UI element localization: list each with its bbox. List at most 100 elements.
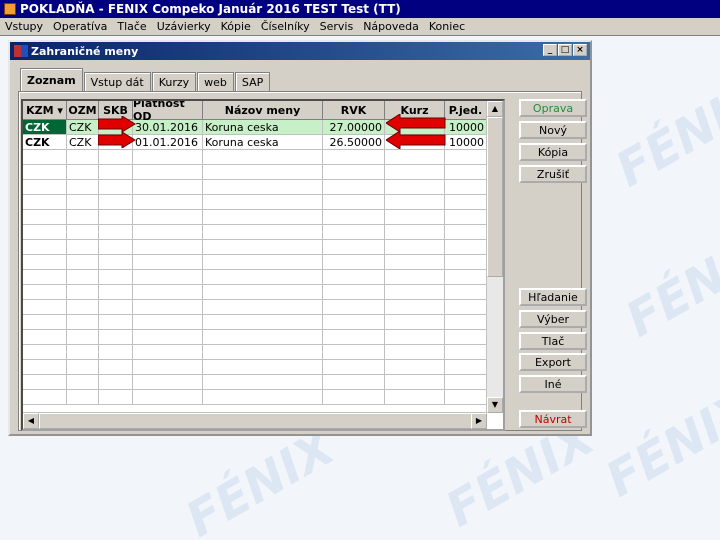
menu-koniec[interactable]: Koniec [424, 20, 470, 33]
empty-table-row[interactable] [23, 345, 503, 360]
app-icon [4, 3, 16, 15]
empty-table-row[interactable] [23, 210, 503, 225]
empty-table-row[interactable] [23, 285, 503, 300]
export-button[interactable]: Export [519, 353, 587, 371]
empty-cell [385, 375, 445, 389]
minimize-button[interactable]: _ [543, 44, 557, 56]
oprava-button[interactable]: Oprava [519, 99, 587, 117]
empty-table-row[interactable] [23, 270, 503, 285]
empty-cell [203, 240, 323, 254]
novy-button[interactable]: Nový [519, 121, 587, 139]
column-header-p-jed[interactable]: P.jed. [445, 101, 487, 119]
empty-cell [385, 150, 445, 164]
empty-cell [67, 360, 99, 374]
watermark-logo: FÉNIX [176, 419, 344, 540]
empty-cell [203, 150, 323, 164]
tab-vstup-dat[interactable]: Vstup dát [83, 72, 151, 92]
close-button[interactable]: × [573, 44, 587, 56]
empty-cell [99, 150, 133, 164]
navrat-button[interactable]: Návrat [519, 410, 587, 428]
menu-kopie[interactable]: Kópie [216, 20, 256, 33]
empty-cell [323, 270, 385, 284]
empty-cell [133, 300, 203, 314]
empty-cell [133, 240, 203, 254]
maximize-button[interactable]: □ [558, 44, 572, 56]
empty-table-row[interactable] [23, 330, 503, 345]
kopia-button[interactable]: Kópia [519, 143, 587, 161]
empty-cell [385, 285, 445, 299]
empty-cell [323, 210, 385, 224]
empty-table-row[interactable] [23, 150, 503, 165]
horizontal-scroll-thumb[interactable] [39, 413, 479, 429]
empty-cell [445, 345, 487, 359]
menu-tlace[interactable]: Tlače [112, 20, 151, 33]
empty-cell [67, 330, 99, 344]
empty-cell [203, 330, 323, 344]
tab-sap[interactable]: SAP [234, 72, 271, 92]
menu-servis[interactable]: Servis [315, 20, 359, 33]
column-header-rvk[interactable]: RVK [323, 101, 385, 119]
hladanie-button[interactable]: Hľadanie [519, 288, 587, 306]
empty-cell [385, 240, 445, 254]
empty-table-row[interactable] [23, 180, 503, 195]
scroll-right-icon[interactable]: ▶ [471, 413, 487, 429]
empty-table-row[interactable] [23, 360, 503, 375]
vyber-button[interactable]: Výber [519, 310, 587, 328]
empty-cell [203, 315, 323, 329]
menu-napoveda[interactable]: Nápoveda [358, 20, 424, 33]
empty-cell [385, 255, 445, 269]
window-title: Zahraničné meny [31, 44, 139, 58]
menu-operativa[interactable]: Operatíva [48, 20, 112, 33]
empty-cell [23, 300, 67, 314]
empty-table-row[interactable] [23, 225, 503, 240]
empty-cell [99, 345, 133, 359]
horizontal-scrollbar[interactable]: ◀ ▶ [23, 412, 487, 429]
empty-cell [133, 180, 203, 194]
empty-cell [445, 375, 487, 389]
empty-table-row[interactable] [23, 165, 503, 180]
empty-cell [23, 255, 67, 269]
empty-cell [99, 225, 133, 239]
menu-uzavierky[interactable]: Uzávierky [152, 20, 216, 33]
empty-cell [385, 165, 445, 179]
cell-p-jed: 10000 [445, 135, 487, 149]
scroll-left-icon[interactable]: ◀ [23, 413, 39, 429]
zrusit-button[interactable]: Zrušiť [519, 165, 587, 183]
column-header-platnost-od[interactable]: Platnosť OD [133, 101, 203, 123]
empty-cell [445, 330, 487, 344]
column-header-ozm[interactable]: OZM [67, 101, 99, 119]
column-header-kzm[interactable]: KZM ▾ [23, 101, 67, 119]
empty-cell [67, 150, 99, 164]
scroll-up-icon[interactable]: ▲ [487, 101, 503, 117]
tlac-button[interactable]: Tlač [519, 332, 587, 350]
menu-vstupy[interactable]: Vstupy [0, 20, 48, 33]
empty-table-row[interactable] [23, 315, 503, 330]
tab-zoznam[interactable]: Zoznam [20, 68, 83, 92]
menu-ciselniky[interactable]: Číselníky [256, 20, 315, 33]
tab-kurzy[interactable]: Kurzy [151, 72, 197, 92]
vertical-scroll-thumb[interactable] [487, 117, 503, 277]
tab-web[interactable]: web [197, 72, 234, 92]
empty-cell [99, 315, 133, 329]
empty-table-row[interactable] [23, 300, 503, 315]
zahranicne-meny-window: Zahraničné meny _ □ × Zoznam Vstup dát K… [8, 40, 592, 436]
empty-cell [203, 255, 323, 269]
empty-cell [23, 150, 67, 164]
empty-cell [203, 195, 323, 209]
empty-table-row[interactable] [23, 375, 503, 390]
app-title: POKLADŇA - FENIX Compeko Január 2016 TES… [20, 2, 401, 16]
empty-cell [99, 165, 133, 179]
empty-cell [23, 360, 67, 374]
scroll-down-icon[interactable]: ▼ [487, 397, 503, 413]
empty-table-row[interactable] [23, 390, 503, 405]
vertical-scrollbar[interactable]: ▲ ▼ [486, 101, 503, 413]
empty-table-row[interactable] [23, 240, 503, 255]
ine-button[interactable]: Iné [519, 375, 587, 393]
empty-cell [323, 390, 385, 404]
empty-cell [67, 345, 99, 359]
empty-cell [133, 225, 203, 239]
empty-table-row[interactable] [23, 255, 503, 270]
column-header-nazov-meny[interactable]: Názov meny [203, 101, 323, 119]
empty-table-row[interactable] [23, 195, 503, 210]
empty-cell [385, 225, 445, 239]
